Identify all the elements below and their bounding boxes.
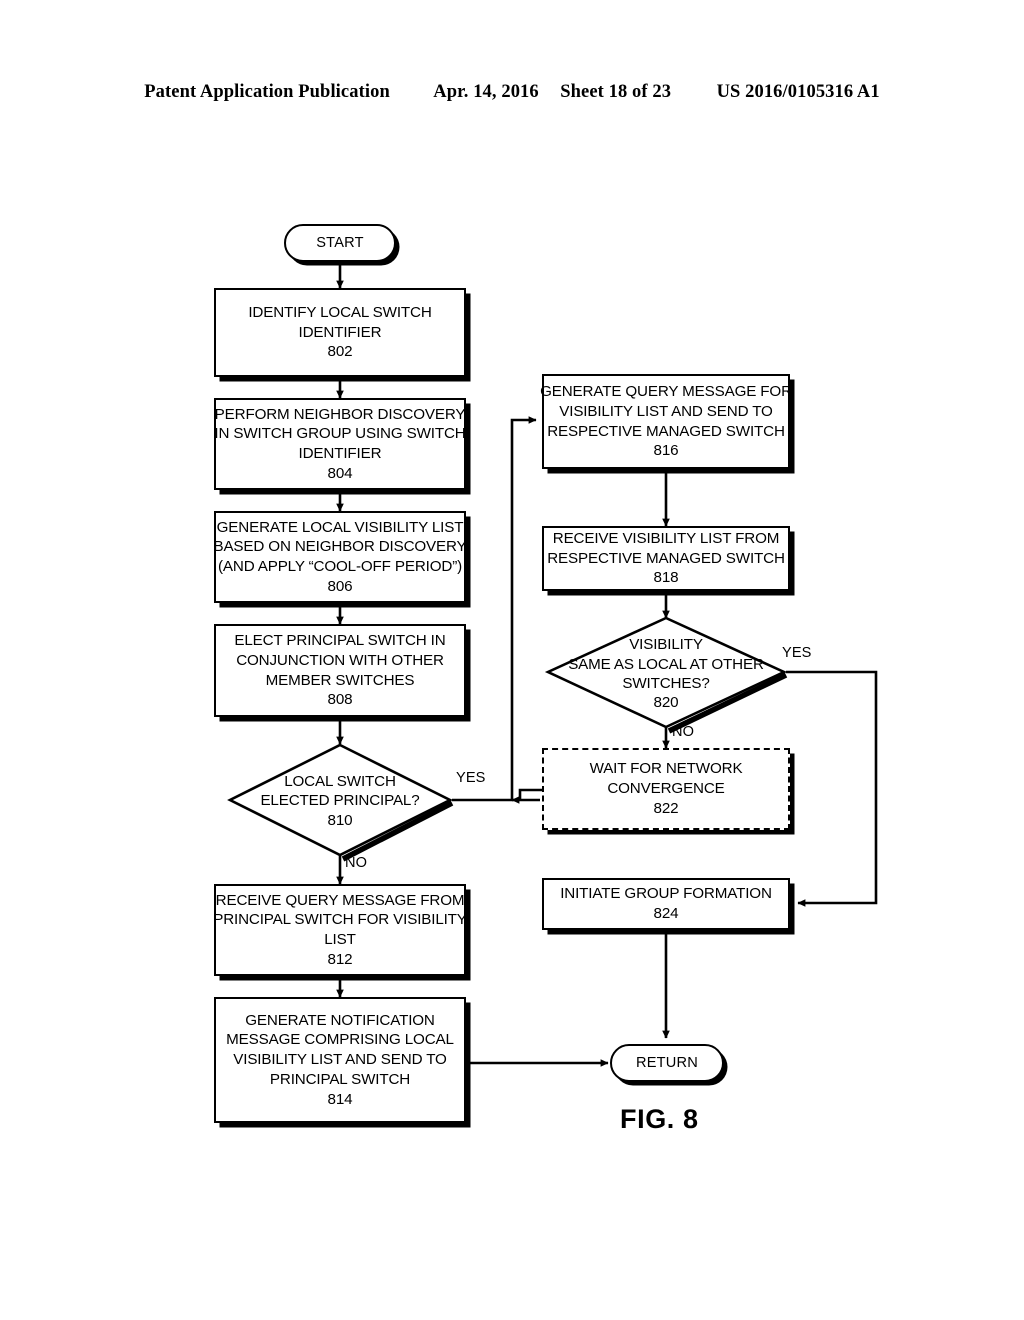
node-818[interactable]: RECEIVE VISIBILITY LIST FROM RESPECTIVE … <box>542 526 790 591</box>
node-802-ref: 802 <box>327 343 353 361</box>
node-814-ref: 814 <box>327 1090 353 1108</box>
node-806-line2: BASED ON NEIGHBOR DISCOVERY <box>213 538 467 556</box>
node-806-ref: 806 <box>327 577 353 595</box>
node-808-line3: MEMBER SWITCHES <box>265 671 415 689</box>
node-812-line3: LIST <box>324 931 356 948</box>
flowchart-connectors <box>227 262 878 1067</box>
node-802[interactable]: IDENTIFY LOCAL SWITCH IDENTIFIER 802 <box>214 288 466 377</box>
node-start[interactable]: START <box>284 224 396 262</box>
node-814-line2: MESSAGE COMPRISING LOCAL <box>226 1031 454 1049</box>
node-816[interactable]: GENERATE QUERY MESSAGE FOR VISIBILITY LI… <box>540 374 792 469</box>
node-824-line1: INITIATE GROUP FORMATION <box>560 885 772 903</box>
node-818-line1: RECEIVE VISIBILITY LIST FROM <box>552 529 780 547</box>
node-return[interactable]: RETURN <box>610 1044 724 1082</box>
node-814-line1: GENERATE NOTIFICATION <box>245 1011 435 1029</box>
node-812-ref: 812 <box>327 950 353 968</box>
node-806-line3: (AND APPLY “COOL-OFF PERIOD”) <box>217 558 463 575</box>
node-818-ref: 818 <box>653 569 679 587</box>
node-804-line3: IDENTIFIER <box>298 445 382 462</box>
node-812-line2: PRINCIPAL SWITCH FOR VISIBILITY <box>213 911 467 929</box>
branch-label-810-no: NO <box>345 855 368 871</box>
node-816-line1: GENERATE QUERY MESSAGE FOR <box>540 383 792 400</box>
node-818-line2: RESPECTIVE MANAGED SWITCH <box>547 549 785 567</box>
node-816-line3: RESPECTIVE MANAGED SWITCH <box>547 422 785 440</box>
node-804-line2: IN SWITCH GROUP USING SWITCH <box>214 425 466 443</box>
node-808[interactable]: ELECT PRINCIPAL SWITCH IN CONJUNCTION WI… <box>214 624 466 717</box>
node-812-line1: RECEIVE QUERY MESSAGE FROM <box>215 891 465 909</box>
node-824[interactable]: INITIATE GROUP FORMATION 824 <box>542 878 790 930</box>
node-814-line3: VISIBILITY LIST AND SEND TO <box>233 1051 447 1069</box>
node-822-line2: CONVERGENCE <box>607 780 725 798</box>
node-812[interactable]: RECEIVE QUERY MESSAGE FROM PRINCIPAL SWI… <box>213 884 467 976</box>
figure-caption: FIG. 8 <box>620 1104 699 1134</box>
node-808-line1: ELECT PRINCIPAL SWITCH IN <box>234 632 446 649</box>
node-804-ref: 804 <box>327 464 353 482</box>
node-802-line1: IDENTIFY LOCAL SWITCH <box>248 303 432 321</box>
node-824-ref: 824 <box>653 905 679 922</box>
node-start-label: START <box>316 234 364 251</box>
node-802-line2: IDENTIFIER <box>298 323 382 341</box>
decision-shape-810 <box>227 743 453 857</box>
node-822[interactable]: WAIT FOR NETWORK CONVERGENCE 822 <box>542 748 790 830</box>
node-816-line2: VISIBILITY LIST AND SEND TO <box>559 402 773 420</box>
node-return-label: RETURN <box>635 1054 698 1071</box>
node-808-ref: 808 <box>327 691 353 709</box>
connector-822-to-riser <box>518 788 542 800</box>
node-814-line4: PRINCIPAL SWITCH <box>269 1070 411 1088</box>
node-804[interactable]: PERFORM NEIGHBOR DISCOVERY IN SWITCH GRO… <box>214 398 466 490</box>
branch-label-820-yes: YES <box>782 645 812 661</box>
node-816-ref: 816 <box>653 442 679 460</box>
node-814[interactable]: GENERATE NOTIFICATION MESSAGE COMPRISING… <box>214 997 466 1123</box>
branch-label-810-yes: YES <box>456 770 486 786</box>
node-822-line1: WAIT FOR NETWORK <box>589 760 743 778</box>
decision-shape-820 <box>544 616 788 729</box>
node-806[interactable]: GENERATE LOCAL VISIBILITY LIST BASED ON … <box>213 511 467 603</box>
flowchart-figure: START IDENTIFY LOCAL SWITCH IDENTIFIER 8… <box>0 0 1024 1320</box>
branch-label-820-no: NO <box>672 724 695 740</box>
connector-820-yes-to-824 <box>786 670 878 907</box>
node-804-line1: PERFORM NEIGHBOR DISCOVERY <box>214 405 466 423</box>
node-822-ref: 822 <box>653 799 679 817</box>
node-806-line1: GENERATE LOCAL VISIBILITY LIST <box>216 518 464 536</box>
node-808-line2: CONJUNCTION WITH OTHER <box>236 651 444 669</box>
